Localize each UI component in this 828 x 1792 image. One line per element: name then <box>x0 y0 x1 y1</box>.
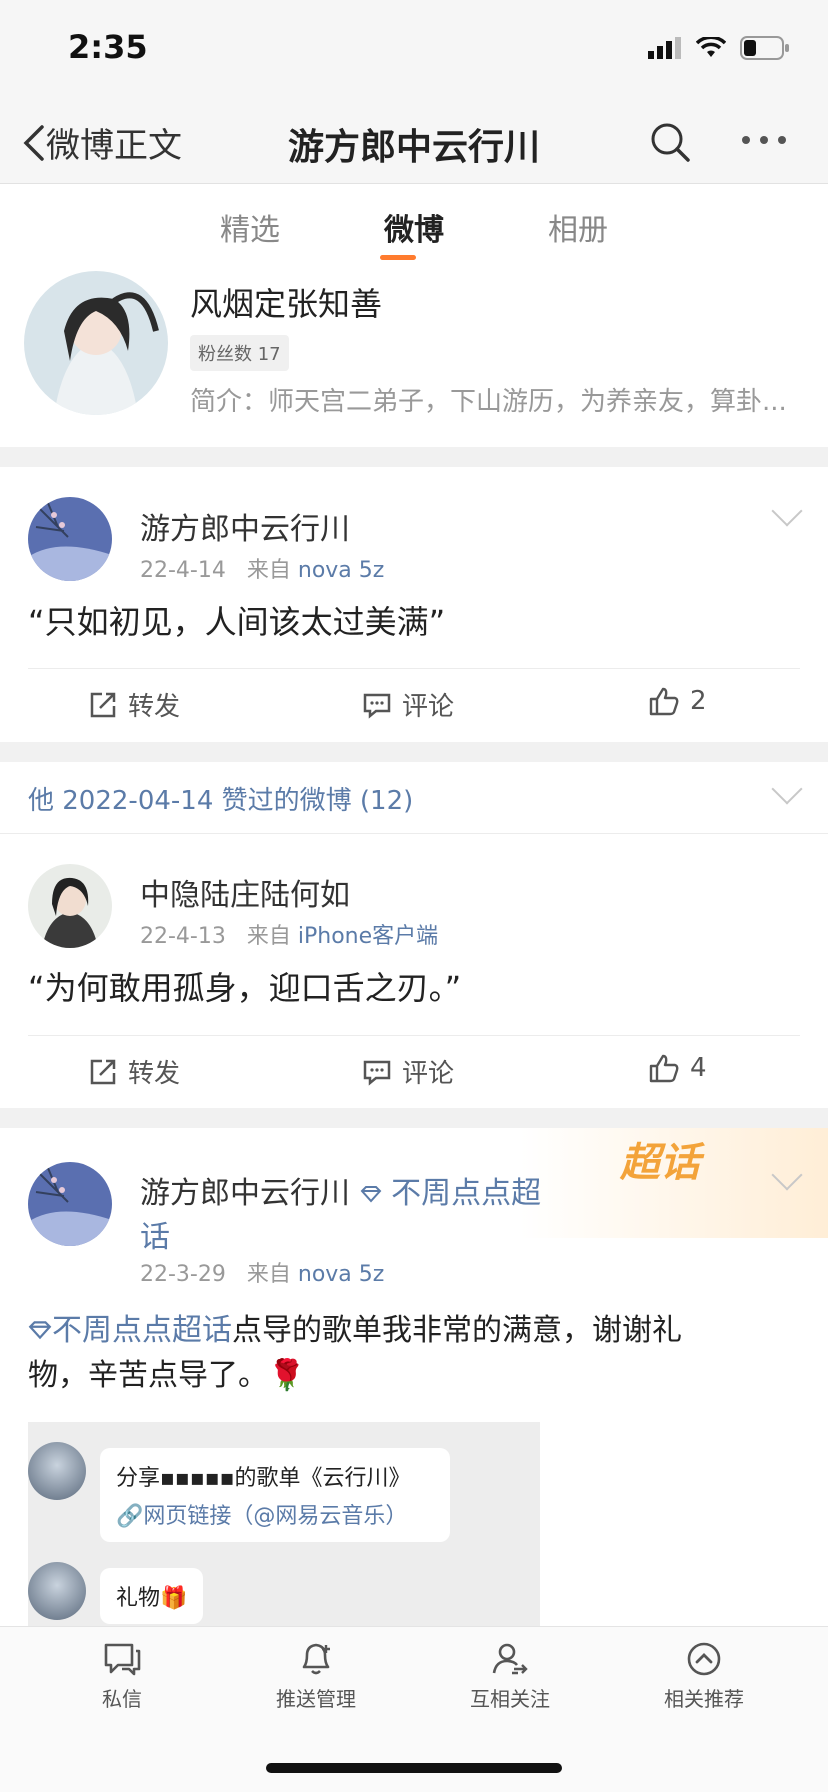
chat-bubble: 分享▪▪▪▪▪的歌单《云行川》 🔗网页链接（@网易云音乐） <box>100 1448 450 1542</box>
like-button[interactable]: 4 <box>648 1053 707 1083</box>
repost-icon <box>90 1059 116 1084</box>
cellular-signal-icon <box>648 37 681 59</box>
diamond-icon <box>360 1186 381 1203</box>
post-from: 来自 <box>246 924 291 949</box>
post-text[interactable]: “只如初见，人间该太过美满” <box>28 598 445 646</box>
bottom-label: 推送管理 <box>276 1687 356 1711</box>
avatar[interactable] <box>28 497 112 581</box>
home-indicator[interactable] <box>266 1763 562 1773</box>
push-settings-button[interactable]: 推送管理 <box>236 1641 396 1712</box>
comment-label: 评论 <box>402 1059 455 1089</box>
tab-album[interactable]: 相册 <box>548 205 608 249</box>
like-button[interactable]: 2 <box>648 686 707 716</box>
tab-featured[interactable]: 精选 <box>220 205 280 249</box>
related-recommend-button[interactable]: 相关推荐 <box>624 1641 784 1712</box>
liked-posts-header[interactable]: 他 2022-04-14 赞过的微博 (12) <box>0 762 828 834</box>
comment-icon <box>363 693 391 719</box>
page-title: 游方郎中云行川 <box>287 127 540 168</box>
post-text[interactable]: 不周点点超话点导的歌单我非常的满意，谢谢礼 物，辛苦点导了。🌹 <box>28 1308 800 1398</box>
fans-count-badge[interactable]: 粉丝数 17 <box>190 335 289 371</box>
user-follow-icon <box>492 1643 528 1675</box>
profile-card: 风烟定张知善 粉丝数 17 简介：师天宫二弟子，下山游历，为养亲友，算卦... <box>0 263 828 447</box>
post-image[interactable]: 分享▪▪▪▪▪的歌单《云行川》 🔗网页链接（@网易云音乐） 礼物🎁 <box>28 1422 540 1626</box>
post-source[interactable]: iPhone客户端 <box>298 924 438 949</box>
like-count: 4 <box>690 1053 707 1083</box>
up-circle-icon <box>687 1642 721 1676</box>
thumbs-up-icon <box>649 1054 679 1083</box>
section-gap <box>0 742 828 762</box>
tab-weibo[interactable]: 微博 <box>384 205 444 249</box>
post-username[interactable]: 游方郎中云行川 <box>140 504 350 548</box>
supertopic-tag[interactable]: 不周点点超 <box>360 1176 541 1211</box>
bottom-label: 相关推荐 <box>664 1687 744 1711</box>
supertopic-badge[interactable]: 超话 <box>620 1130 700 1188</box>
post-meta: 22-4-14 来自 nova 5z <box>140 552 384 584</box>
chat-bubble: 礼物🎁 <box>100 1568 204 1624</box>
post-from: 来自 <box>246 558 291 583</box>
messages-button[interactable]: 私信 <box>42 1641 202 1712</box>
divider <box>28 668 800 669</box>
search-icon[interactable] <box>648 120 692 164</box>
diamond-icon <box>28 1321 52 1340</box>
avatar[interactable] <box>28 864 112 948</box>
post-username: 游方郎中云行川 不周点点超 <box>140 1168 541 1212</box>
post-source[interactable]: nova 5z <box>298 1262 384 1287</box>
profile-name[interactable]: 风烟定张知善 <box>190 279 382 325</box>
nav-bar: 微博正文 游方郎中云行川 <box>0 100 828 184</box>
comment-button[interactable]: 评论 <box>362 686 454 723</box>
more-icon[interactable] <box>742 136 786 144</box>
repost-button[interactable]: 转发 <box>88 1053 180 1090</box>
repost-icon <box>90 692 116 717</box>
bell-icon <box>302 1643 330 1675</box>
supertopic-link[interactable]: 不周点点超话 <box>28 1313 232 1348</box>
profile-bio: 简介：师天宫二弟子，下山游历，为养亲友，算卦... <box>190 387 787 417</box>
tab-bar: 精选 微博 相册 <box>0 185 828 263</box>
status-time: 2:35 <box>68 28 148 66</box>
post-date: 22-4-13 <box>140 924 226 949</box>
bottom-label: 互相关注 <box>470 1687 550 1711</box>
repost-label: 转发 <box>128 692 181 722</box>
section-gap <box>0 1108 828 1128</box>
username-link[interactable]: 游方郎中云行川 <box>140 1176 350 1211</box>
bottom-label: 私信 <box>102 1687 142 1711</box>
post-from: 来自 <box>246 1262 291 1287</box>
mutual-follow-button[interactable]: 互相关注 <box>430 1641 590 1712</box>
chevron-down-icon[interactable] <box>771 495 803 527</box>
chat-link: 🔗网页链接（@网易云音乐） <box>116 1504 408 1529</box>
repost-label: 转发 <box>128 1059 181 1089</box>
avatar[interactable] <box>24 271 168 415</box>
section-gap <box>0 447 828 467</box>
battery-icon <box>740 36 789 60</box>
post-date: 22-4-14 <box>140 558 226 583</box>
like-count: 2 <box>690 686 707 716</box>
post-source[interactable]: nova 5z <box>298 558 384 583</box>
post-meta: 22-4-13 来自 iPhone客户端 <box>140 918 438 950</box>
repost-button[interactable]: 转发 <box>88 686 180 723</box>
thumbs-up-icon <box>649 687 679 716</box>
chevron-down-icon[interactable] <box>771 773 803 805</box>
divider <box>28 1035 800 1036</box>
post-username[interactable]: 中隐陆庄陆何如 <box>140 870 350 914</box>
comment-button[interactable]: 评论 <box>362 1053 454 1090</box>
comment-icon <box>363 1060 391 1086</box>
avatar[interactable] <box>28 1162 112 1246</box>
comment-label: 评论 <box>402 692 455 722</box>
supertopic-tag-wrap[interactable]: 话 <box>140 1212 170 1256</box>
message-icon <box>104 1643 141 1676</box>
chat-text: 分享▪▪▪▪▪的歌单《云行川》 <box>116 1466 411 1491</box>
wifi-icon <box>696 37 726 57</box>
avatar <box>28 1442 86 1500</box>
avatar <box>28 1562 86 1620</box>
status-icons <box>648 36 790 60</box>
tab-underline <box>380 255 416 260</box>
bottom-toolbar: 私信 推送管理 互相关注 相关推荐 <box>0 1626 828 1792</box>
post-date: 22-3-29 <box>140 1262 226 1287</box>
status-bar: 2:35 <box>0 0 828 100</box>
post-meta: 22-3-29 来自 nova 5z <box>140 1256 384 1288</box>
liked-posts-title: 他 2022-04-14 赞过的微博 (12) <box>28 786 414 816</box>
post-text[interactable]: “为何敢用孤身，迎口舌之刃。” <box>28 964 461 1012</box>
